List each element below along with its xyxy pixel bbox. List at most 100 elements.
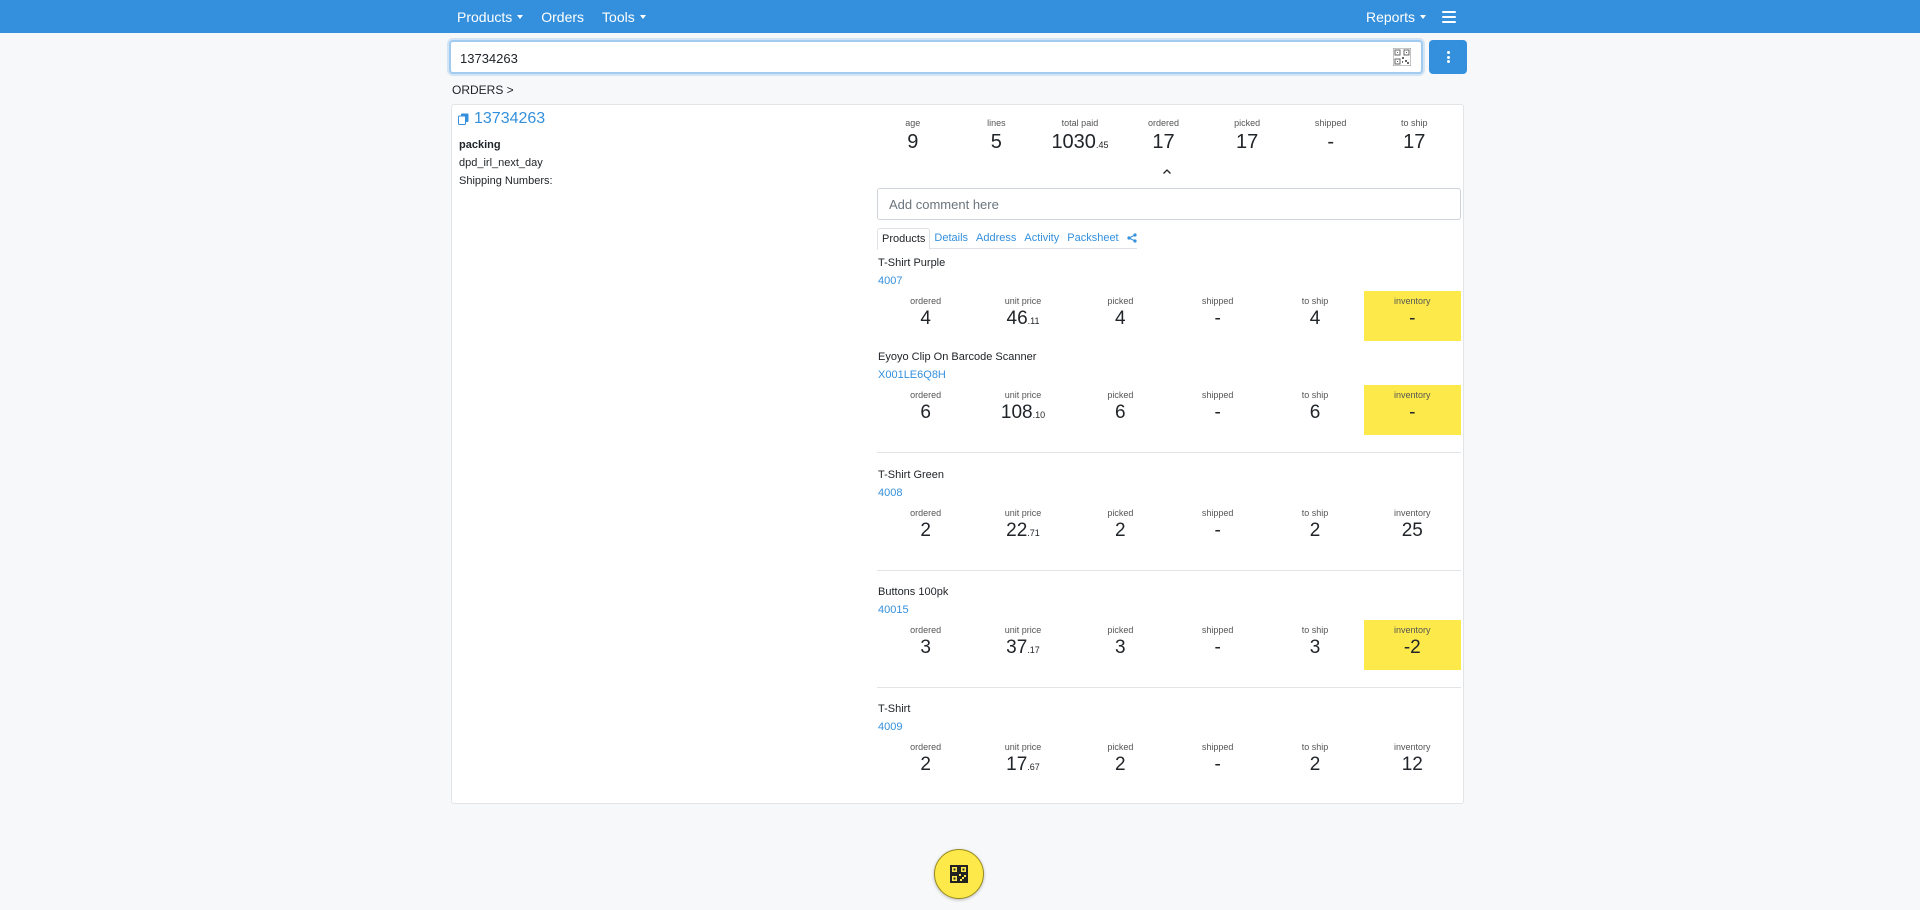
stat-inventory: inventory 25 [1394, 508, 1431, 541]
product-stats: ordered 6 unit price 108.10 picked 6 shippe… [877, 385, 1461, 435]
stat-to-ship: to ship 3 [1301, 625, 1329, 658]
chevron-up-icon[interactable] [1160, 165, 1174, 179]
stat-inventory: inventory 12 [1394, 742, 1431, 775]
stat-to-ship: to ship 4 [1301, 296, 1329, 329]
product-stats: ordered 2 unit price 17.67 picked 2 shipped… [877, 737, 1461, 787]
nav-tools-label: Tools [602, 8, 635, 25]
stat-inventory: inventory - [1363, 291, 1461, 341]
nav-products-label: Products [457, 8, 513, 25]
stat-to-ship: to ship 2 [1301, 742, 1329, 775]
summary-value: 17 [1235, 131, 1259, 153]
product-stats: ordered 4 unit price 46.11 picked 4 shipped… [877, 291, 1461, 341]
stat-picked: picked 2 [1107, 508, 1134, 541]
summary-label: picked [1234, 118, 1261, 128]
nav-reports-label: Reports [1365, 8, 1415, 25]
order-title[interactable]: 13734263 [458, 110, 545, 128]
share-icon[interactable] [1127, 233, 1137, 243]
top-navbar: Products Orders Tools Reports [0, 0, 1920, 33]
caret-down-icon [517, 14, 524, 19]
summary-value: 17 [1403, 131, 1426, 153]
tab-packsheet[interactable]: Packsheet [1063, 228, 1122, 248]
more-actions-button[interactable] [1429, 40, 1467, 74]
search-box [449, 40, 1423, 74]
summary-picked: picked 17 [1205, 117, 1289, 158]
product-sku-link[interactable]: 40015 [878, 604, 909, 616]
caret-down-icon [1420, 14, 1426, 19]
product-name: T-Shirt [878, 703, 911, 715]
summary-shipped: shipped - [1289, 117, 1373, 158]
product-sku-link[interactable]: 4009 [878, 721, 902, 733]
product-stats: ordered 2 unit price 22.71 picked 2 shipped… [877, 503, 1461, 553]
nav-products[interactable]: Products [457, 8, 524, 25]
product-sku-link[interactable]: 4008 [878, 487, 902, 499]
divider [877, 570, 1461, 571]
stat-to-ship: to ship 2 [1301, 508, 1329, 541]
product-name: T-Shirt Purple [878, 257, 946, 269]
stat-to-ship: to ship 6 [1301, 390, 1329, 423]
summary-to-ship: to ship 17 [1372, 117, 1456, 158]
kebab-icon [1446, 51, 1450, 63]
product-sku-link[interactable]: 4007 [878, 275, 902, 287]
stat-shipped: shipped - [1201, 390, 1234, 423]
breadcrumb[interactable]: ORDERS > [452, 83, 514, 97]
stat-shipped: shipped - [1201, 625, 1234, 658]
comment-input[interactable] [877, 188, 1461, 220]
product-sku-link[interactable]: X001LE6Q8H [878, 369, 946, 381]
summary-age: age 9 [871, 117, 955, 158]
scan-button[interactable] [934, 849, 984, 899]
stat-picked: picked 3 [1107, 625, 1134, 658]
summary-value: 1030.45 [1051, 131, 1109, 153]
product-name: Buttons 100pk [878, 586, 949, 598]
stat-unit-price: unit price 108.10 [1000, 390, 1046, 423]
stat-ordered: ordered 2 [910, 508, 942, 541]
copy-icon[interactable] [458, 113, 469, 125]
summary-value: 17 [1152, 131, 1175, 153]
product-name: T-Shirt Green [878, 469, 945, 481]
tab-activity[interactable]: Activity [1020, 228, 1063, 248]
shipping-numbers-label: Shipping Numbers: [459, 175, 553, 187]
summary-label: ordered [1148, 118, 1180, 128]
nav-orders-label: Orders [541, 8, 585, 25]
summary-lines: lines 5 [955, 117, 1039, 158]
search-input[interactable] [460, 48, 1360, 68]
stat-ordered: ordered 6 [910, 390, 942, 423]
summary-total-paid: total paid 1030.45 [1038, 117, 1122, 158]
tab-products[interactable]: Products [877, 227, 931, 250]
stat-picked: picked 4 [1107, 296, 1134, 329]
nav-tools[interactable]: Tools [602, 9, 646, 25]
summary-label: lines [987, 118, 1006, 128]
order-card: 13734263 packing dpd_irl_next_day Shippi… [451, 104, 1464, 804]
divider [877, 687, 1461, 688]
order-status: packing [459, 139, 501, 151]
stat-shipped: shipped - [1201, 508, 1234, 541]
stat-ordered: ordered 2 [910, 742, 942, 775]
product-name: Eyoyo Clip On Barcode Scanner [878, 351, 1037, 363]
stat-unit-price: unit price 22.71 [1004, 508, 1042, 541]
qr-code-icon [950, 865, 968, 883]
order-tabs: Products Details Address Activity Packsh… [877, 227, 1137, 250]
summary-label: total paid [1061, 118, 1099, 128]
summary-label: shipped [1314, 118, 1347, 128]
summary-ordered: ordered 17 [1122, 117, 1206, 158]
stat-ordered: ordered 4 [910, 296, 942, 329]
summary-value: 5 [990, 131, 1002, 153]
nav-reports[interactable]: Reports [1366, 9, 1426, 25]
order-summary: age 9 lines 5 total paid 1030.45 ordered… [871, 117, 1456, 158]
stat-ordered: ordered 3 [910, 625, 942, 658]
nav-orders[interactable]: Orders [541, 9, 584, 25]
tab-details[interactable]: Details [930, 228, 972, 248]
hamburger-icon[interactable] [1442, 10, 1456, 23]
stat-picked: picked 6 [1107, 390, 1134, 423]
tab-address[interactable]: Address [972, 228, 1020, 248]
summary-value: - [1327, 131, 1335, 153]
stat-shipped: shipped - [1201, 742, 1234, 775]
order-number[interactable]: 13734263 [474, 110, 545, 128]
summary-label: to ship [1400, 118, 1428, 128]
stat-shipped: shipped - [1201, 296, 1234, 329]
divider [877, 452, 1461, 453]
stat-inventory: inventory -2 [1363, 620, 1461, 670]
summary-label: age [905, 118, 921, 128]
qr-code-icon[interactable] [1393, 48, 1411, 66]
stat-picked: picked 2 [1107, 742, 1134, 775]
caret-down-icon [639, 14, 646, 19]
